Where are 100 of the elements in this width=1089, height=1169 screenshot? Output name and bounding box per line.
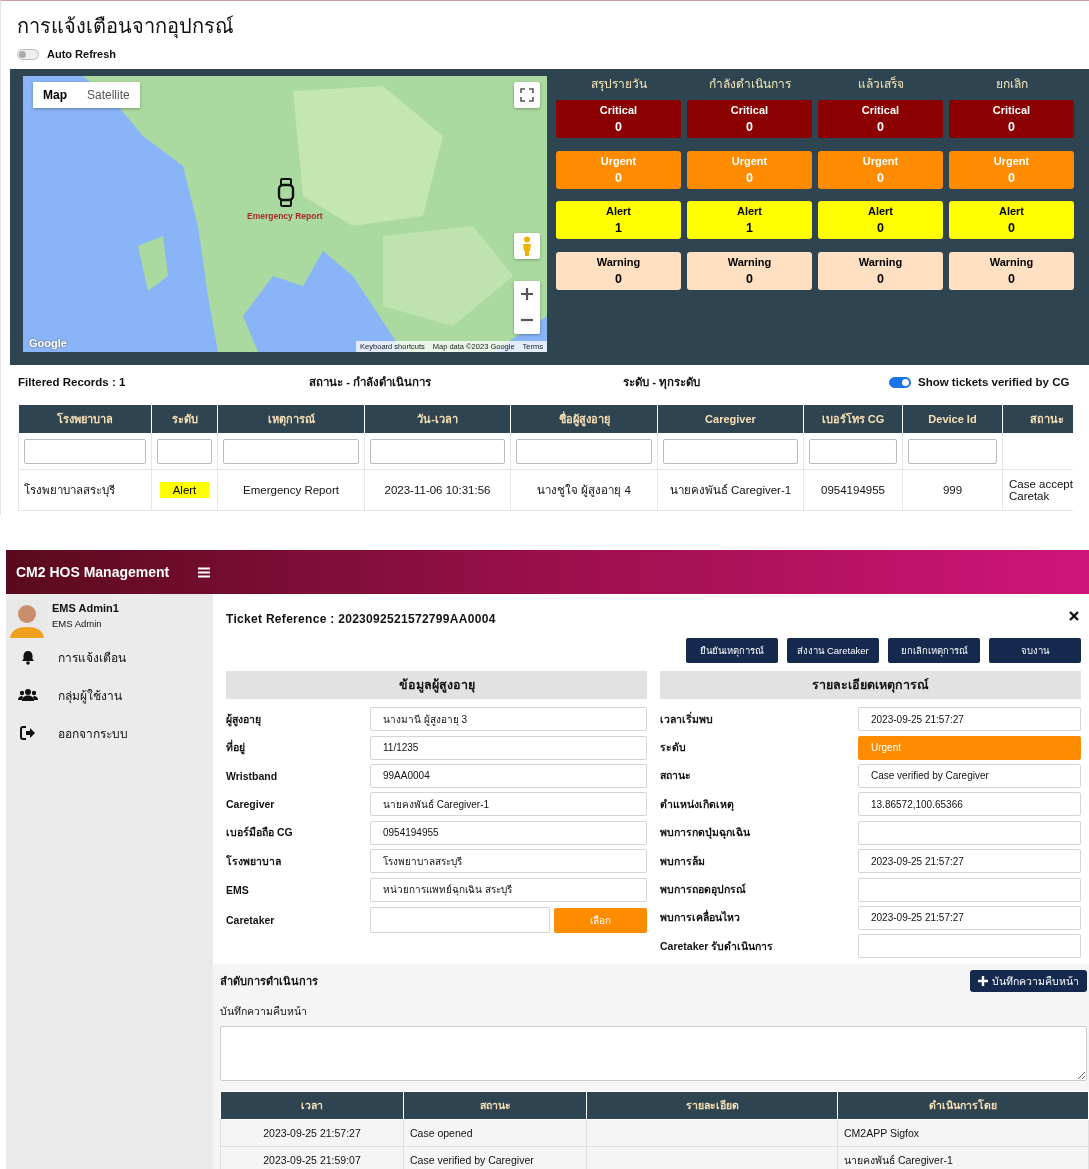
tile-label: Warning bbox=[858, 254, 903, 270]
input-field[interactable]: หน่วยการแพทย์ฉุกเฉิน สระบุรี bbox=[370, 877, 647, 902]
column-header: รายละเอียด bbox=[586, 1091, 838, 1120]
zoom-in-button[interactable] bbox=[514, 281, 540, 307]
tile-count: 0 bbox=[746, 270, 753, 288]
page-title: การแจ้งเตือนจากอุปกรณ์ bbox=[17, 14, 234, 41]
count-tile[interactable]: Alert 1 bbox=[687, 201, 812, 239]
sidebar-item[interactable]: การแจ้งเตือน bbox=[6, 638, 213, 676]
count-tile[interactable]: Warning 0 bbox=[818, 251, 943, 290]
input-field[interactable]: 2023-09-25 21:57:27 bbox=[858, 849, 1081, 874]
column-header[interactable]: เบอร์โทร CG bbox=[803, 404, 903, 434]
count-tile[interactable]: Critical 0 bbox=[687, 100, 812, 138]
input-field[interactable] bbox=[858, 820, 1081, 845]
action-button[interactable]: ยืนยันเหตุการณ์ bbox=[686, 638, 778, 663]
input-field[interactable] bbox=[370, 907, 550, 934]
person-icon bbox=[521, 236, 533, 256]
tile-label: Urgent bbox=[731, 153, 768, 169]
input-field[interactable]: 0954194955 bbox=[370, 820, 647, 845]
users-icon bbox=[18, 688, 38, 702]
tile-label: Alert bbox=[736, 204, 763, 219]
field-label: เบอร์มือถือ CG bbox=[226, 825, 294, 841]
column-header[interactable]: ชื่อผู้สูงอายุ bbox=[510, 404, 658, 434]
column-header[interactable]: Caregiver bbox=[657, 404, 804, 434]
count-tile[interactable]: Warning 0 bbox=[949, 251, 1074, 290]
filter-input[interactable] bbox=[223, 439, 359, 464]
table-cell: 2023-09-25 21:57:27 bbox=[220, 1119, 404, 1147]
sidebar-item[interactable]: กลุ่มผู้ใช้งาน bbox=[6, 676, 213, 714]
count-tile[interactable]: Alert 0 bbox=[818, 201, 943, 239]
map-type-tab[interactable]: Map bbox=[33, 82, 77, 108]
count-tile[interactable]: Warning 0 bbox=[556, 251, 681, 290]
input-field[interactable]: Case verified by Caregiver bbox=[858, 763, 1081, 788]
filter-input[interactable] bbox=[809, 439, 897, 464]
fullscreen-button[interactable] bbox=[514, 82, 540, 108]
sidebar-item[interactable]: ออกจากระบบ bbox=[6, 714, 213, 752]
menu-icon[interactable] bbox=[198, 566, 210, 578]
column-header[interactable]: Device Id bbox=[902, 404, 1003, 434]
action-button[interactable]: จบงาน bbox=[989, 638, 1081, 663]
field-label: เวลาเริ่มพบ bbox=[660, 710, 714, 727]
severity-badge: Alert bbox=[159, 482, 210, 498]
tile-count: 0 bbox=[746, 119, 753, 136]
tile-count: 1 bbox=[615, 220, 622, 237]
toggle-switch[interactable] bbox=[17, 48, 39, 60]
count-tile[interactable]: Critical 0 bbox=[949, 100, 1074, 138]
input-field[interactable] bbox=[858, 877, 1081, 902]
filter-input[interactable] bbox=[908, 439, 997, 464]
filter-input[interactable] bbox=[157, 439, 212, 464]
field-label: ระดับ bbox=[660, 740, 687, 756]
tile-label: Urgent bbox=[862, 153, 899, 169]
app-title: CM2 HOS Management bbox=[16, 564, 171, 580]
summary-column-title: แล้วเสร็จ bbox=[856, 76, 905, 93]
input-field[interactable]: 11/1235 bbox=[370, 735, 647, 760]
filter-input[interactable] bbox=[24, 439, 146, 464]
field-label: พบการกดปุ่มฉุกเฉิน bbox=[660, 825, 751, 841]
field-label: EMS bbox=[226, 883, 250, 896]
add-progress-button[interactable]: บันทึกความคืบหน้า bbox=[970, 970, 1087, 992]
summary-column-title: ยกเลิก bbox=[994, 76, 1029, 93]
field-label: Caregiver bbox=[226, 798, 276, 811]
toggle-switch[interactable] bbox=[889, 376, 911, 388]
column-header[interactable]: วัน-เวลา bbox=[364, 404, 511, 434]
tile-label: Critical bbox=[861, 103, 900, 118]
count-tile[interactable]: Critical 0 bbox=[556, 100, 681, 138]
filter-input[interactable] bbox=[663, 439, 798, 464]
note-textarea[interactable] bbox=[220, 1026, 1087, 1081]
tile-count: 0 bbox=[877, 270, 884, 288]
input-field[interactable]: 2023-09-25 21:57:27 bbox=[858, 707, 1081, 732]
table-cell: 2023-11-06 10:31:56 bbox=[364, 469, 511, 511]
input-field[interactable]: 13.86572,100.65366 bbox=[858, 792, 1081, 817]
pegman-button[interactable] bbox=[514, 233, 540, 259]
action-button[interactable]: ส่งงาน Caretaker bbox=[787, 638, 879, 663]
count-tile[interactable]: Alert 1 bbox=[556, 201, 681, 239]
column-header[interactable]: เหตุการณ์ bbox=[217, 404, 365, 434]
column-header[interactable]: โรงพยาบาล bbox=[18, 404, 152, 434]
input-field[interactable]: 2023-09-25 21:57:27 bbox=[858, 905, 1081, 930]
filter-input[interactable] bbox=[516, 439, 652, 464]
tile-count: 0 bbox=[746, 169, 753, 187]
tile-label: Warning bbox=[989, 254, 1034, 270]
tile-label: Critical bbox=[730, 103, 769, 118]
watch-marker-icon[interactable] bbox=[277, 178, 295, 208]
input-field[interactable] bbox=[858, 934, 1081, 959]
filter-input[interactable] bbox=[370, 439, 505, 464]
table-cell: นางชูใจ ผู้สูงอายุ 4 bbox=[510, 469, 658, 511]
map-type-tab[interactable]: Satellite bbox=[77, 82, 140, 108]
column-header[interactable]: ระดับ bbox=[151, 404, 218, 434]
action-button[interactable]: ยกเลิกเหตุการณ์ bbox=[888, 638, 980, 663]
table-cell: Case opened bbox=[403, 1119, 587, 1147]
count-tile[interactable]: Critical 0 bbox=[818, 100, 943, 138]
input-field[interactable]: นางมานี ผู้สูงอายุ 3 bbox=[370, 707, 647, 732]
tile-label: Critical bbox=[992, 103, 1031, 118]
input-field[interactable]: โรงพยาบาลสระบุรี bbox=[370, 849, 647, 874]
zoom-out-button[interactable] bbox=[514, 307, 540, 333]
column-header[interactable]: สถานะ bbox=[1002, 404, 1073, 434]
input-field[interactable]: นายคงพันธ์ Caregiver-1 bbox=[370, 792, 647, 817]
records-count: Filtered Records : 1 bbox=[18, 376, 127, 388]
field-label: พบการเคลื่อนไหว bbox=[660, 909, 741, 926]
tile-count: 0 bbox=[1008, 119, 1015, 136]
count-tile[interactable]: Alert 0 bbox=[949, 201, 1074, 239]
field-label: โรงพยาบาล bbox=[226, 853, 282, 869]
progress-heading: ลำดับการดำเนินการ bbox=[220, 974, 318, 989]
input-field[interactable]: 99AA0004 bbox=[370, 763, 647, 788]
count-tile[interactable]: Warning 0 bbox=[687, 251, 812, 290]
